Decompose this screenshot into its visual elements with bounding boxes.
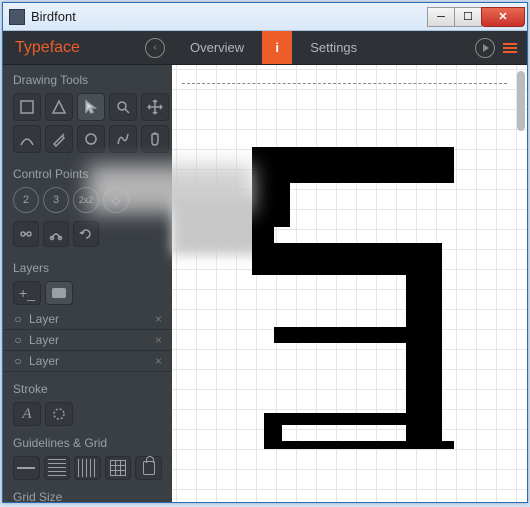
guideline-vlines[interactable] bbox=[74, 456, 101, 480]
tool-track[interactable] bbox=[109, 125, 137, 153]
top-nav: Overview i Settings bbox=[172, 31, 527, 65]
minimize-button[interactable]: ─ bbox=[427, 7, 455, 27]
tool-zoom[interactable] bbox=[109, 93, 137, 121]
control-points-row2 bbox=[3, 219, 172, 253]
layer-row[interactable]: ○ Layer × bbox=[3, 351, 172, 372]
cp-rotate[interactable] bbox=[73, 221, 99, 247]
drawing-tools-grid bbox=[3, 91, 172, 159]
guideline-hlines[interactable] bbox=[44, 456, 71, 480]
tool-circle[interactable] bbox=[77, 125, 105, 153]
titlebar[interactable]: Birdfont ─ ☐ ✕ bbox=[3, 3, 527, 31]
play-icon[interactable] bbox=[475, 38, 495, 58]
guideline-line[interactable] bbox=[13, 456, 40, 480]
section-guidelines: Guidelines & Grid bbox=[3, 428, 172, 454]
scroll-thumb[interactable] bbox=[517, 71, 525, 131]
nav-back-button[interactable]: ‹ bbox=[138, 38, 172, 58]
cp-option-2[interactable]: 2 bbox=[13, 187, 39, 213]
stroke-width-button[interactable]: A bbox=[13, 402, 41, 426]
maximize-button[interactable]: ☐ bbox=[454, 7, 482, 27]
app-window: Birdfont ─ ☐ ✕ Typeface ‹ Overview i Set… bbox=[2, 2, 528, 503]
tab-overview[interactable]: Overview bbox=[172, 31, 262, 64]
brand-label[interactable]: Typeface bbox=[3, 39, 92, 57]
tool-pointer[interactable] bbox=[77, 93, 105, 121]
layer-row[interactable]: ○ Layer × bbox=[3, 309, 172, 330]
blurred-overlay bbox=[88, 165, 253, 213]
layer-name: Layer bbox=[23, 354, 155, 368]
glyph-shape[interactable] bbox=[244, 147, 464, 457]
guideline-lock[interactable] bbox=[135, 456, 162, 480]
app-icon bbox=[9, 9, 25, 25]
tool-pen[interactable] bbox=[45, 93, 73, 121]
tab-glyph-active[interactable]: i bbox=[262, 31, 292, 64]
layer-row[interactable]: ○ Layer × bbox=[3, 330, 172, 351]
layer-delete-icon[interactable]: × bbox=[155, 354, 162, 368]
tool-pencil[interactable] bbox=[45, 125, 73, 153]
layer-name: Layer bbox=[23, 312, 155, 326]
layer-visibility-icon[interactable]: ○ bbox=[13, 354, 23, 368]
layers-list: ○ Layer × ○ Layer × ○ Layer × bbox=[3, 307, 172, 374]
ascender-guideline bbox=[182, 83, 507, 84]
layer-name: Layer bbox=[23, 333, 155, 347]
sidebar: Drawing Tools Control Points 2 3 2x2 ◇ bbox=[3, 65, 172, 502]
stroke-cap-button[interactable] bbox=[45, 402, 73, 426]
section-grid-size: Grid Size bbox=[3, 482, 172, 502]
menu-icon[interactable] bbox=[503, 43, 517, 53]
tool-bezier[interactable] bbox=[13, 125, 41, 153]
layer-view-button[interactable] bbox=[45, 281, 73, 305]
cp-link[interactable] bbox=[13, 221, 39, 247]
tool-hand[interactable] bbox=[141, 125, 169, 153]
layer-add-button[interactable]: +_ bbox=[13, 281, 41, 305]
layer-delete-icon[interactable]: × bbox=[155, 333, 162, 347]
tool-move[interactable] bbox=[141, 93, 169, 121]
section-drawing-tools: Drawing Tools bbox=[3, 65, 172, 91]
cp-curve[interactable] bbox=[43, 221, 69, 247]
glyph-canvas[interactable] bbox=[172, 65, 527, 502]
guideline-grid[interactable] bbox=[105, 456, 132, 480]
layer-visibility-icon[interactable]: ○ bbox=[13, 312, 23, 326]
layer-delete-icon[interactable]: × bbox=[155, 312, 162, 326]
window-title: Birdfont bbox=[31, 9, 428, 24]
tool-foresight[interactable] bbox=[13, 93, 41, 121]
cp-option-3[interactable]: 3 bbox=[43, 187, 69, 213]
section-stroke: Stroke bbox=[3, 374, 172, 400]
close-button[interactable]: ✕ bbox=[481, 7, 525, 27]
vertical-scrollbar[interactable] bbox=[517, 71, 525, 496]
layer-visibility-icon[interactable]: ○ bbox=[13, 333, 23, 347]
tab-settings[interactable]: Settings bbox=[292, 31, 375, 64]
section-layers: Layers bbox=[3, 253, 172, 279]
